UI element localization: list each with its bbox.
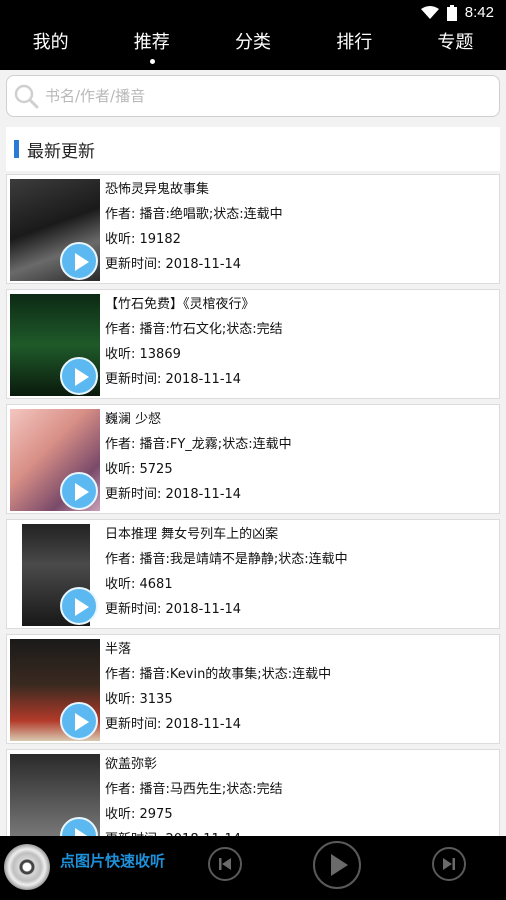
tab-category[interactable]: 分类: [202, 26, 303, 70]
book-cover[interactable]: [10, 754, 100, 836]
book-title: 半落: [105, 642, 132, 657]
book-updated: 更新时间: 2018-11-14: [105, 257, 242, 272]
tab-ranking[interactable]: 排行: [304, 26, 405, 70]
previous-button[interactable]: [208, 847, 242, 881]
book-meta: 作者: 播音:我是靖靖不是静静;状态:连载中: [105, 552, 348, 567]
skip-next-icon: [443, 858, 455, 870]
book-listens: 收听: 2975: [105, 807, 173, 822]
top-tab-bar: 我的 推荐 分类 排行 专题: [0, 26, 506, 70]
book-listens: 收听: 3135: [105, 692, 173, 707]
tab-mine[interactable]: 我的: [0, 26, 101, 70]
book-title: 【竹石免费】《灵棺夜行》: [105, 297, 255, 312]
book-card[interactable]: 恐怖灵异鬼故事集 作者: 播音:绝唱歌;状态:连载中 收听: 19182 更新时…: [6, 174, 500, 284]
book-updated: 更新时间: 2018-11-14: [105, 717, 242, 732]
book-updated: 更新时间: 2018-11-14: [105, 827, 495, 836]
book-cover[interactable]: [10, 179, 100, 281]
search-bar[interactable]: [6, 75, 500, 117]
book-updated: 更新时间: 2018-11-14: [105, 602, 242, 617]
section-accent-bar: [14, 140, 19, 158]
player-tip: 点图片快速收听: [60, 852, 166, 870]
book-title: 欲盖弥彰: [105, 757, 158, 772]
book-meta: 作者: 播音:竹石文化;状态:完结: [105, 322, 283, 337]
search-input[interactable]: [43, 86, 467, 106]
book-card[interactable]: 欲盖弥彰 作者: 播音:马西先生;状态:完结 收听: 2975 更新时间: 20…: [6, 749, 500, 836]
book-meta: 作者: 播音:FY_龙霧;状态:连载中: [105, 437, 292, 452]
book-cover[interactable]: [10, 409, 100, 511]
next-button[interactable]: [432, 847, 466, 881]
player-bar: 点图片快速收听: [0, 836, 506, 900]
tab-topic[interactable]: 专题: [405, 26, 506, 70]
book-cover[interactable]: [10, 294, 100, 396]
play-icon[interactable]: [60, 357, 98, 395]
status-bar: 8:42: [0, 0, 506, 26]
book-list: 恐怖灵异鬼故事集 作者: 播音:绝唱歌;状态:连载中 收听: 19182 更新时…: [6, 174, 500, 836]
search-icon: [14, 84, 39, 109]
book-cover[interactable]: [10, 524, 100, 626]
battery-icon: [446, 4, 457, 21]
play-button[interactable]: [313, 841, 361, 889]
status-time: 8:42: [464, 4, 494, 21]
book-listens: 收听: 13869: [105, 347, 181, 362]
book-listens: 收听: 19182: [105, 232, 181, 247]
section-header: 最新更新: [6, 127, 500, 171]
play-icon[interactable]: [60, 587, 98, 625]
book-listens: 收听: 5725: [105, 462, 173, 477]
section-title: 最新更新: [27, 141, 95, 162]
active-tab-indicator: [149, 59, 155, 64]
skip-previous-icon: [219, 858, 231, 870]
book-meta: 作者: 播音:绝唱歌;状态:连载中: [105, 207, 283, 222]
play-icon[interactable]: [60, 472, 98, 510]
tab-recommend[interactable]: 推荐: [101, 26, 202, 70]
play-icon[interactable]: [60, 702, 98, 740]
book-card[interactable]: 巍澜 少惄 作者: 播音:FY_龙霧;状态:连载中 收听: 5725 更新时间:…: [6, 404, 500, 514]
book-card[interactable]: 半落 作者: 播音:Kevin的故事集;状态:连载中 收听: 3135 更新时间…: [6, 634, 500, 744]
wifi-icon: [420, 5, 439, 19]
play-icon: [331, 854, 348, 876]
book-cover[interactable]: [10, 639, 100, 741]
play-icon[interactable]: [60, 242, 98, 280]
book-updated: 更新时间: 2018-11-14: [105, 372, 242, 387]
book-title: 日本推理 舞女号列车上的凶案: [105, 527, 279, 542]
book-card[interactable]: 【竹石免费】《灵棺夜行》 作者: 播音:竹石文化;状态:完结 收听: 13869…: [6, 289, 500, 399]
book-meta: 作者: 播音:Kevin的故事集;状态:连载中: [105, 667, 332, 682]
book-title: 恐怖灵异鬼故事集: [105, 182, 210, 197]
book-card[interactable]: 日本推理 舞女号列车上的凶案 作者: 播音:我是靖靖不是静静;状态:连载中 收听…: [6, 519, 500, 629]
book-updated: 更新时间: 2018-11-14: [105, 487, 242, 502]
book-meta: 作者: 播音:马西先生;状态:完结: [105, 782, 283, 797]
book-title: 巍澜 少惄: [105, 412, 162, 427]
book-listens: 收听: 4681: [105, 577, 173, 592]
cd-disc-icon[interactable]: [4, 844, 50, 890]
